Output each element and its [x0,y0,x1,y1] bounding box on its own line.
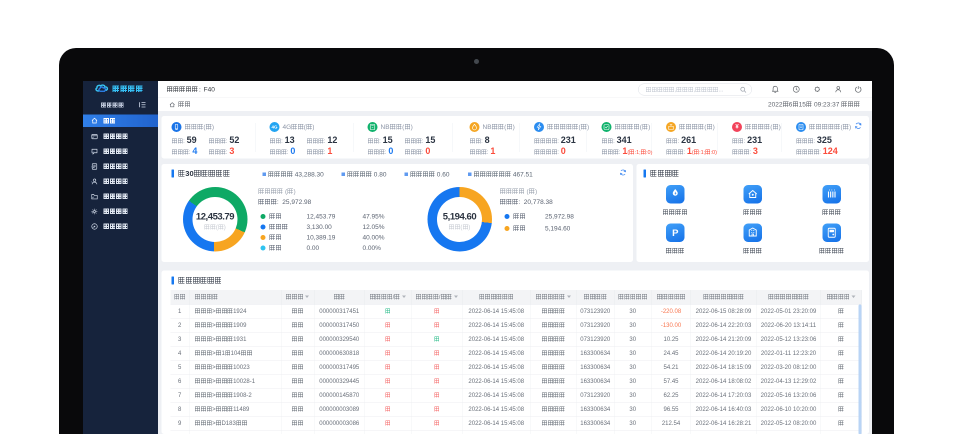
svg-text:P: P [672,228,679,239]
